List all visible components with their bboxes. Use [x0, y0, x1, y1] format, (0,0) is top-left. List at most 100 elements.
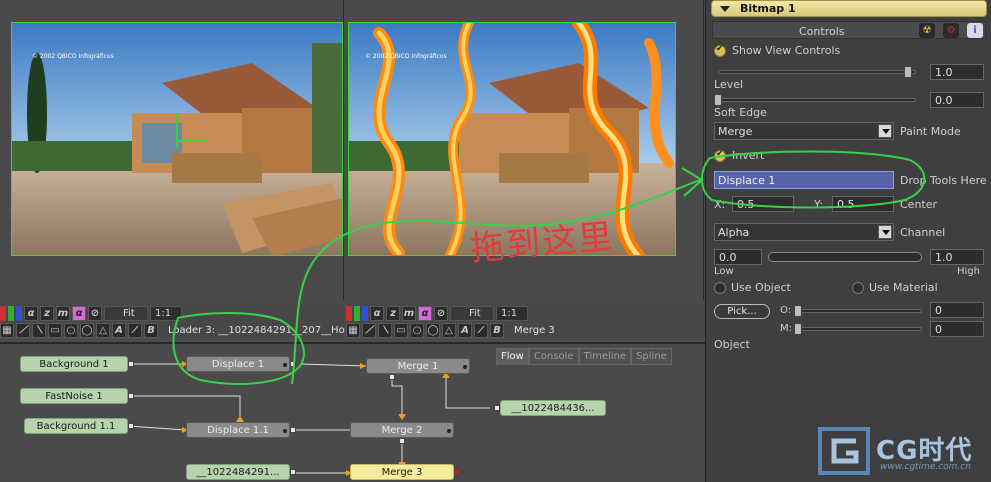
circle-icon[interactable]: ○ — [410, 322, 424, 338]
tool-header[interactable]: Bitmap 1 — [711, 0, 987, 17]
node-merge-1[interactable]: Merge 1 — [366, 358, 470, 374]
triangle-icon[interactable]: △ — [442, 322, 456, 338]
ab-compare-button[interactable]: ⁄ — [128, 322, 142, 338]
controls-tab-row[interactable]: Controls ☢ ⚙ i — [712, 21, 986, 39]
output-port[interactable] — [290, 427, 296, 433]
soft-edge-slider-thumb[interactable] — [714, 94, 722, 106]
merge-3-output-port[interactable] — [454, 469, 460, 475]
output-port[interactable] — [128, 361, 134, 367]
show-view-controls-checkbox[interactable] — [714, 44, 726, 57]
level-slider-thumb[interactable] — [904, 66, 913, 78]
red-channel-button[interactable] — [0, 305, 6, 321]
flow-editor[interactable]: Flow Console Timeline Spline Background … — [0, 342, 705, 482]
left-viewer[interactable]: © 2002 QBICO Infográficos — [0, 0, 344, 300]
use-object-radio[interactable] — [714, 282, 726, 294]
output-port[interactable] — [290, 361, 296, 367]
node-loader-a[interactable]: __1022484291... — [186, 464, 290, 480]
m-channel-button[interactable]: m — [56, 305, 70, 321]
level-slider-track[interactable] — [718, 70, 916, 74]
ellipse-icon[interactable]: ◯ — [80, 322, 94, 338]
low-input[interactable]: 0.0 — [714, 249, 762, 265]
output-port[interactable] — [389, 374, 395, 380]
polyline-icon[interactable]: ⟍ — [378, 322, 392, 338]
output-port[interactable] — [399, 438, 405, 444]
ellipse-icon[interactable]: ◯ — [426, 322, 440, 338]
grid-icon[interactable]: ▦ — [346, 322, 360, 338]
grid-icon[interactable]: ▦ — [0, 322, 14, 338]
left-scale-button[interactable]: 1:1 — [150, 305, 182, 321]
node-displace-1[interactable]: Displace 1 — [186, 356, 290, 372]
output-port[interactable] — [494, 405, 500, 411]
paint-mode-select[interactable]: Merge — [714, 122, 894, 140]
m-channel-button[interactable]: m — [402, 305, 416, 321]
lut-icon[interactable]: ⊘ — [88, 305, 102, 321]
right-fit-button[interactable]: Fit — [450, 305, 494, 321]
a-buffer-button[interactable]: A — [458, 322, 472, 338]
center-x-input[interactable]: 0.5 — [732, 196, 794, 212]
left-viewer-image[interactable]: © 2002 QBICO Infográficos — [11, 22, 343, 256]
o-slider-thumb[interactable] — [794, 305, 802, 317]
output-port[interactable] — [128, 393, 134, 399]
tab-timeline[interactable]: Timeline — [578, 348, 632, 365]
pick-button[interactable]: Pick... — [714, 304, 770, 319]
low-high-range-bar[interactable] — [768, 252, 922, 262]
a-buffer-button[interactable]: A — [112, 322, 126, 338]
m-slider-thumb[interactable] — [794, 323, 802, 335]
tab-spline[interactable]: Spline — [631, 348, 672, 365]
tab-flow[interactable]: Flow — [496, 348, 529, 365]
rectangle-icon[interactable]: ▭ — [48, 322, 62, 338]
m-input[interactable]: 0 — [930, 321, 984, 337]
alpha-channel-button[interactable]: α — [370, 305, 384, 321]
brush-icon[interactable]: ⟋ — [362, 322, 376, 338]
b-buffer-button[interactable]: B — [144, 322, 158, 338]
collapse-triangle-icon[interactable] — [720, 5, 730, 12]
chevron-down-icon[interactable] — [878, 124, 892, 138]
right-scale-button[interactable]: 1:1 — [496, 305, 528, 321]
soft-edge-slider-track[interactable] — [718, 98, 916, 102]
soft-edge-input[interactable]: 0.0 — [930, 92, 984, 108]
ab-compare-button[interactable]: ⁄ — [474, 322, 488, 338]
level-input[interactable]: 1.0 — [930, 64, 984, 80]
polyline-icon[interactable]: ⟍ — [32, 322, 46, 338]
lut-icon[interactable]: ⊘ — [434, 305, 448, 321]
left-fit-button[interactable]: Fit — [104, 305, 148, 321]
green-channel-button[interactable] — [8, 305, 14, 321]
output-port[interactable] — [290, 469, 296, 475]
channel-select[interactable]: Alpha — [714, 223, 894, 241]
node-merge-2[interactable]: Merge 2 — [350, 422, 454, 438]
blue-channel-button[interactable] — [16, 305, 22, 321]
use-material-radio[interactable] — [852, 282, 864, 294]
alpha-overlay-button[interactable]: α — [418, 305, 432, 321]
rectangle-icon[interactable]: ▭ — [394, 322, 408, 338]
node-background-1-1[interactable]: Background 1.1 — [24, 418, 128, 434]
red-channel-button[interactable] — [346, 305, 352, 321]
info-icon[interactable]: i — [967, 23, 983, 38]
o-input[interactable]: 0 — [930, 302, 984, 318]
z-channel-button[interactable]: z — [386, 305, 400, 321]
node-merge-3[interactable]: Merge 3 — [350, 464, 454, 480]
node-loader-b[interactable]: __1022484436... — [500, 400, 606, 416]
blue-channel-button[interactable] — [362, 305, 368, 321]
alpha-channel-button[interactable]: α — [24, 305, 38, 321]
circle-icon[interactable]: ○ — [64, 322, 78, 338]
alpha-overlay-button[interactable]: α — [72, 305, 86, 321]
center-y-input[interactable]: 0.5 — [832, 196, 894, 212]
o-slider-track[interactable] — [796, 309, 922, 313]
triangle-icon[interactable]: △ — [96, 322, 110, 338]
chevron-down-icon[interactable] — [878, 225, 892, 239]
drop-tool-field[interactable]: Displace 1 — [714, 171, 894, 189]
b-buffer-button[interactable]: B — [490, 322, 504, 338]
high-input[interactable]: 1.0 — [930, 249, 984, 265]
gear-icon[interactable]: ⚙ — [943, 23, 959, 38]
m-slider-track[interactable] — [796, 327, 922, 331]
invert-checkbox[interactable] — [714, 149, 726, 162]
brush-icon[interactable]: ⟋ — [16, 322, 30, 338]
green-channel-button[interactable] — [354, 305, 360, 321]
node-fastnoise-1[interactable]: FastNoise 1 — [20, 388, 128, 404]
node-background-1[interactable]: Background 1 — [20, 356, 128, 372]
tab-console[interactable]: Console — [528, 348, 579, 365]
z-channel-button[interactable]: z — [40, 305, 54, 321]
output-port[interactable] — [128, 423, 134, 429]
node-displace-1-1[interactable]: Displace 1.1 — [186, 422, 290, 438]
radiation-icon[interactable]: ☢ — [919, 23, 935, 38]
